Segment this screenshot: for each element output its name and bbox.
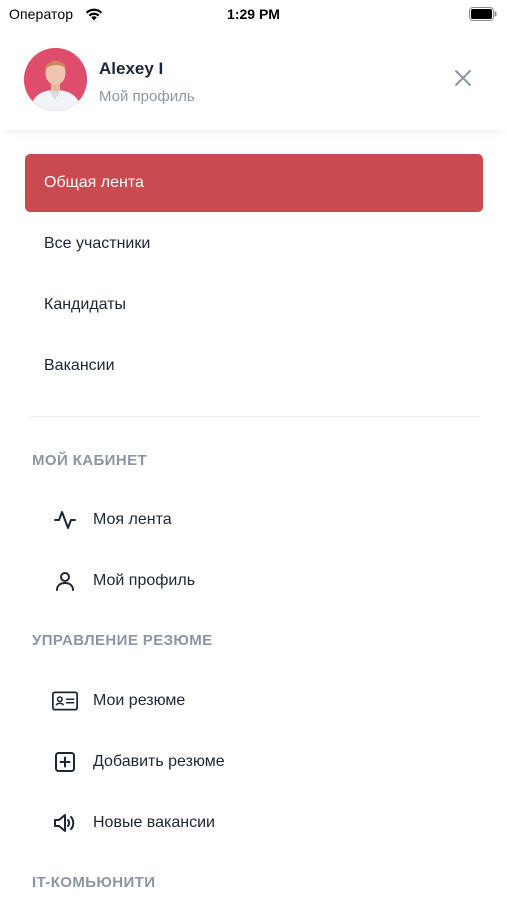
nav-item-my-feed[interactable]: Моя лента	[52, 500, 172, 540]
nav-item-my-resumes[interactable]: Мои резюме	[52, 681, 185, 721]
section-title-my-cabinet: МОЙ КАБИНЕТ	[32, 452, 148, 469]
nav-item-my-profile[interactable]: Мой профиль	[52, 561, 195, 601]
menu-item-vacancies[interactable]: Вакансии	[25, 337, 483, 395]
nav-item-label: Мои резюме	[93, 692, 186, 709]
menu-item-label: Общая лента	[44, 174, 144, 191]
clock: 1:29 PM	[227, 6, 280, 22]
id-card-icon	[52, 688, 78, 714]
status-bar: Оператор 1:29 PM	[0, 0, 507, 30]
activity-icon	[52, 507, 78, 533]
section-title-it-community: IT-КОМЬЮНИТИ	[32, 874, 156, 891]
close-button[interactable]	[446, 63, 480, 97]
nav-item-label: Мой профиль	[93, 572, 196, 589]
menu-item-general-feed[interactable]: Общая лента	[25, 154, 483, 212]
nav-item-label: Новые вакансии	[93, 814, 215, 831]
user-name[interactable]: Alexey I	[99, 59, 163, 79]
nav-item-label: Моя лента	[93, 511, 172, 528]
close-icon	[454, 69, 472, 92]
menu-item-label: Вакансии	[44, 357, 115, 374]
menu-item-label: Кандидаты	[44, 296, 127, 313]
menu-item-candidates[interactable]: Кандидаты	[25, 276, 483, 334]
divider	[31, 416, 480, 417]
my-profile-link[interactable]: Мой профиль	[99, 88, 195, 105]
avatar[interactable]	[24, 48, 87, 111]
plus-square-icon	[52, 749, 78, 775]
nav-item-new-vacancies[interactable]: Новые вакансии	[52, 803, 215, 843]
user-icon	[52, 568, 78, 594]
menu-item-label: Все участники	[44, 235, 151, 252]
nav-item-label: Добавить резюме	[93, 753, 225, 770]
section-title-resume-management: УПРАВЛЕНИЕ РЕЗЮМЕ	[32, 632, 213, 649]
megaphone-icon	[52, 810, 78, 836]
profile-header: Alexey I Мой профиль	[0, 30, 507, 130]
menu-item-all-members[interactable]: Все участники	[25, 215, 483, 273]
battery-icon	[469, 7, 497, 26]
nav-item-add-resume[interactable]: Добавить резюме	[52, 742, 225, 782]
